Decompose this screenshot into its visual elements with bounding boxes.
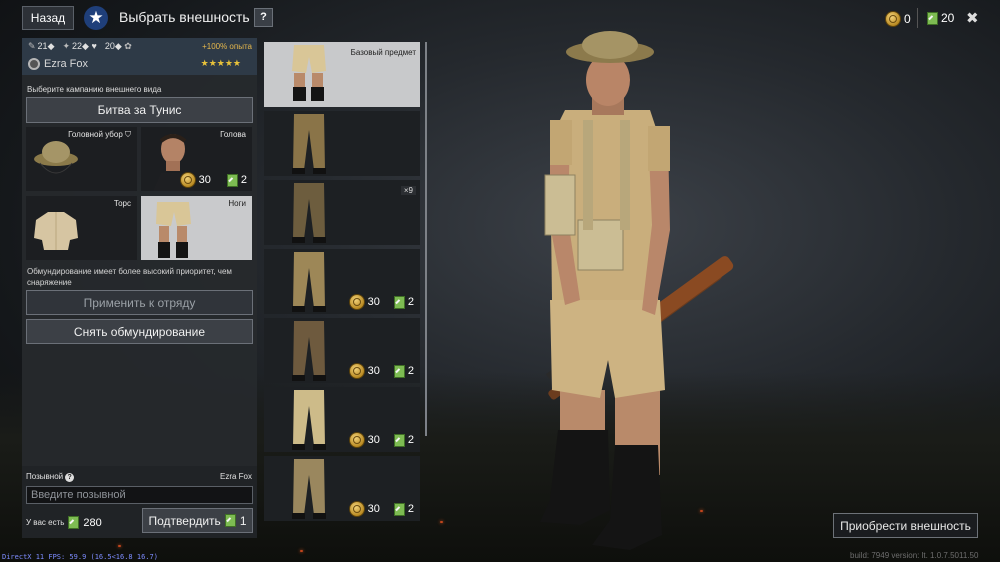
ticket-icon [393, 295, 405, 309]
item-price: 30 2 [348, 432, 414, 448]
soldier-header[interactable]: ✎ 21◆ ✦ 22◆ ♥ 20◆ ✿ +100% опыта Ezra Fox ★… [22, 38, 257, 75]
trousers-thumbnail [292, 114, 326, 174]
slot-label: Торс [113, 199, 131, 208]
ember-decoration [440, 521, 443, 523]
slot-label: Голова [220, 130, 246, 139]
soldier-name: Ezra Fox [44, 58, 89, 70]
soldier-model[interactable] [520, 30, 760, 562]
ticket-icon [927, 11, 938, 25]
legs-item-list: Базовый предмет ×9 30 2 30 2 30 2 30 2 [262, 40, 424, 538]
gold-coin-icon [179, 172, 196, 188]
legs-thumbnail [156, 202, 191, 258]
item-card[interactable]: ×9 [264, 180, 420, 245]
stat-value: 22 [72, 41, 83, 51]
item-card[interactable] [264, 111, 420, 176]
slot-price: 30 2 [179, 172, 247, 188]
item-card[interactable]: Базовый предмет [264, 42, 420, 107]
item-card[interactable]: 30 2 [264, 318, 420, 383]
item-count-badge: ×9 [400, 186, 416, 195]
trousers-thumbnail [292, 252, 326, 312]
item-card[interactable]: 30 2 [264, 456, 420, 521]
ember-decoration [300, 550, 303, 552]
help-button[interactable]: ? [254, 8, 273, 27]
heart-icon: ♥ [91, 41, 97, 51]
gold-coin-icon [348, 432, 365, 448]
item-price: 30 2 [348, 363, 414, 379]
stat-value: 21 [37, 41, 48, 51]
item-list-scrollbar[interactable] [425, 42, 427, 436]
trousers-thumbnail [292, 183, 326, 243]
trousers-thumbnail [292, 45, 326, 101]
helmet-thumbnail [34, 141, 78, 174]
slot-torso[interactable]: Торс [26, 196, 137, 260]
item-card[interactable]: 30 2 [264, 249, 420, 314]
slot-headgear[interactable]: Головной убор ⛉ [26, 127, 137, 191]
item-label: Базовый предмет [350, 48, 416, 57]
purchase-appearance-button[interactable]: Приобрести внешность [833, 513, 978, 538]
remove-uniform-button[interactable]: Снять обмундирование [26, 319, 253, 344]
callsign-section: Позывной? Ezra Fox У вас есть 280 Подтве… [22, 466, 257, 538]
have-balance: У вас есть 280 [26, 516, 102, 529]
priority-note: Обмундирование имеет более высокий приор… [27, 267, 232, 287]
item-price: 30 2 [348, 501, 414, 517]
tickets-balance[interactable]: 20 [927, 11, 954, 25]
fps-debug-line: DirectX 11 FPS: 59.9 (16.5<16.8 16.7) [2, 553, 158, 561]
select-campaign-label: Выберите кампанию внешнего вида [27, 85, 162, 94]
confirm-callsign-button[interactable]: Подтвердить 1 [142, 508, 253, 533]
apply-to-squad-button[interactable]: Применить к отряду [26, 290, 253, 315]
close-icon[interactable]: ✖ [966, 9, 979, 27]
appearance-panel: ✎ 21◆ ✦ 22◆ ♥ 20◆ ✿ +100% опыта Ezra Fox ★… [22, 38, 257, 538]
gold-coin-icon [885, 11, 901, 27]
shield-icon: ⛉ [125, 130, 131, 139]
ticket-icon [226, 173, 238, 187]
slot-label: Головной убор ⛉ [68, 130, 131, 139]
campaign-button[interactable]: Битва за Тунис [26, 97, 253, 123]
gold-balance[interactable]: 0 [885, 11, 911, 27]
rifle-icon: ✎ [28, 41, 36, 51]
xp-bonus: +100% опыта [202, 42, 252, 51]
callsign-input[interactable] [26, 486, 253, 504]
gold-amount: 0 [904, 12, 911, 26]
gold-coin-icon [348, 501, 365, 517]
trousers-thumbnail [292, 390, 326, 450]
callsign-label: Позывной? [26, 472, 75, 482]
top-bar: Назад ★ Выбрать внешность ? 0 20 ✖ [0, 0, 1000, 36]
ticket-icon [68, 516, 80, 529]
stat-value: 20 [104, 41, 115, 51]
item-price: 30 2 [348, 294, 414, 310]
ticket-icon [393, 433, 405, 447]
gold-coin-icon [348, 294, 365, 310]
trousers-thumbnail [292, 321, 326, 381]
ember-decoration [118, 545, 121, 547]
slot-label: Ноги [228, 199, 246, 208]
callsign-help-icon[interactable]: ? [65, 473, 75, 482]
trousers-thumbnail [292, 459, 326, 519]
back-button[interactable]: Назад [22, 6, 74, 30]
perk-icon: ✿ [124, 41, 132, 51]
divider [917, 8, 918, 28]
soldier-rating-stars: ★★★★★ [200, 58, 241, 68]
faction-star-icon: ★ [84, 6, 108, 30]
ticket-icon [224, 514, 236, 527]
shirt-thumbnail [34, 212, 78, 250]
tickets-amount: 20 [941, 11, 955, 25]
gold-coin-icon [348, 363, 365, 379]
rank-icon [28, 58, 40, 70]
ticket-icon [393, 364, 405, 378]
build-info: build: 7949 version: lt. 1.0.7.5011.50 [850, 551, 979, 560]
slot-head[interactable]: Голова 30 2 [141, 127, 252, 191]
page-title: Выбрать внешность [119, 9, 250, 25]
ticket-icon [393, 502, 405, 516]
run-icon: ✦ [62, 41, 71, 51]
callsign-current-name: Ezra Fox [219, 472, 252, 481]
item-card[interactable]: 30 2 [264, 387, 420, 452]
slot-legs[interactable]: Ноги [141, 196, 252, 260]
soldier-stats: ✎ 21◆ ✦ 22◆ ♥ 20◆ ✿ [28, 41, 132, 51]
